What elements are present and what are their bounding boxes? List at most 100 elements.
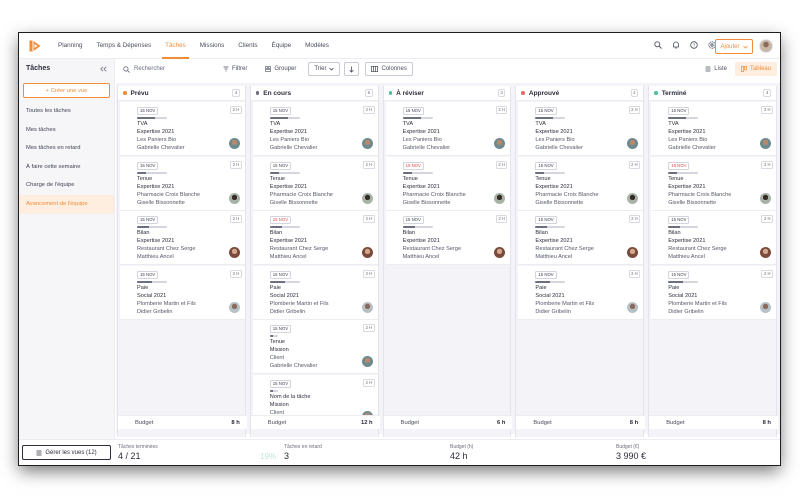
task-card[interactable]: 15 NOV 2 H Tenue Mission Client Gabrielle Che…: [252, 320, 378, 375]
columns-button[interactable]: Colonnes: [365, 62, 413, 76]
mission-name: Expertise 2021: [535, 238, 573, 245]
column-header[interactable]: Prévu 4: [118, 86, 245, 101]
task-card[interactable]: 15 NOV 2 H TVA Expertise 2021 Les Paniers Bi…: [518, 102, 644, 156]
task-card[interactable]: 15 NOV 2 H Tenue Expertise 2021 Pharmacie Cr…: [120, 156, 245, 211]
task-card[interactable]: 15 NOV 2 H Bilan Expertise 2021 Restaurant C…: [385, 211, 511, 266]
assignee-avatar[interactable]: [627, 247, 639, 259]
filter-button[interactable]: Filtrer: [217, 62, 253, 76]
task-card[interactable]: 15 NOV 2 H Paie Social 2021 Plomberie Martin…: [518, 265, 644, 320]
column-header[interactable]: À réviser 3: [383, 86, 511, 101]
sidebar-view-item[interactable]: À faire cette semaine: [19, 158, 114, 177]
assignee-avatar[interactable]: [228, 247, 240, 259]
task-card[interactable]: 15 NOV 2 H TVA Expertise 2021 Les Paniers Bi…: [252, 102, 378, 156]
assignee-avatar[interactable]: [361, 192, 373, 204]
group-button[interactable]: Grouper: [259, 62, 302, 76]
assignee-avatar[interactable]: [228, 192, 240, 204]
search-input[interactable]: Rechercher: [118, 62, 209, 76]
bell-icon[interactable]: [671, 40, 680, 49]
search-icon[interactable]: [653, 40, 662, 49]
assignee-avatar[interactable]: [494, 138, 506, 149]
app-logo-icon[interactable]: [27, 38, 43, 54]
task-card[interactable]: 15 NOV 2 H Bilan Expertise 2021 Restaurant C…: [651, 211, 776, 266]
duration-badge: 2 H: [363, 215, 375, 224]
nav-item[interactable]: Tâches: [158, 33, 193, 59]
task-card[interactable]: 15 NOV 2 H Bilan Expertise 2021 Restaurant C…: [518, 211, 644, 266]
column-count-badge: 3: [497, 89, 506, 97]
task-card[interactable]: 15 NOV 2 H TVA Expertise 2021 Les Paniers Bi…: [120, 102, 245, 156]
sidebar-view-item[interactable]: Charge de l'équipe: [19, 176, 114, 195]
nav-item[interactable]: Temps & Dépenses: [90, 33, 159, 59]
manage-views-button[interactable]: Gérer les vues (12): [22, 445, 111, 460]
sidebar-view-item[interactable]: Avancement de l'équipe: [19, 194, 114, 214]
due-date-badge: 15 NOV: [137, 161, 159, 170]
stat-late-label: Tâches en retard: [284, 444, 322, 450]
view-switcher: Liste Tableau: [699, 62, 777, 76]
column-header[interactable]: Approuvé 4: [516, 86, 644, 101]
progress-bar: [269, 280, 300, 283]
assignee-name: Gabrielle Chevalier: [269, 363, 318, 370]
nav-item[interactable]: Modèles: [298, 33, 336, 59]
nav-item[interactable]: Équipe: [265, 33, 299, 59]
search-placeholder: Rechercher: [134, 66, 166, 72]
due-date-badge: 15 NOV: [137, 216, 159, 225]
nav-item[interactable]: Planning: [51, 33, 90, 59]
task-card[interactable]: 15 NOV 2 H Bilan Expertise 2021 Restaurant C…: [252, 211, 378, 266]
assignee-avatar[interactable]: [627, 192, 639, 204]
assignee-avatar[interactable]: [361, 247, 373, 259]
assignee-avatar[interactable]: [759, 192, 771, 204]
sidebar-view-item[interactable]: Mes tâches: [19, 121, 114, 140]
nav-item[interactable]: Clients: [231, 33, 264, 59]
task-card[interactable]: 15 NOV 2 H Tenue Expertise 2021 Pharmacie Cr…: [518, 156, 644, 211]
user-avatar[interactable]: [759, 39, 773, 53]
add-button[interactable]: Ajouter: [715, 39, 753, 54]
sidebar-view-item[interactable]: Toutes les tâches: [19, 102, 114, 121]
list-view-button[interactable]: Liste: [699, 62, 733, 76]
progress-bar-fill: [137, 280, 152, 283]
due-date-badge: 15 NOV: [668, 161, 690, 170]
board-view-button[interactable]: Tableau: [734, 62, 777, 76]
task-card[interactable]: 15 NOV 2 H Tenue Expertise 2021 Pharmacie Cr…: [651, 156, 776, 211]
sort-direction-button[interactable]: [344, 62, 360, 76]
nav-item[interactable]: Missions: [193, 33, 232, 59]
assignee-name: Gabrielle Chevalier: [269, 145, 318, 151]
filter-label: Filtrer: [232, 66, 248, 72]
column-header[interactable]: Terminé 4: [649, 86, 776, 101]
sort-select[interactable]: Trier: [308, 62, 341, 76]
task-card[interactable]: 15 NOV 2 H Paie Social 2021 Plomberie Martin…: [651, 265, 776, 320]
assignee-avatar[interactable]: [494, 192, 506, 204]
assignee-avatar[interactable]: [361, 301, 373, 313]
assignee-avatar[interactable]: [759, 301, 771, 313]
create-view-button[interactable]: + Créer une vue: [23, 83, 110, 98]
group-icon: [265, 66, 272, 72]
task-card[interactable]: 15 NOV 2 H TVA Expertise 2021 Les Paniers Bi…: [385, 102, 511, 156]
help-icon[interactable]: ?: [689, 40, 698, 49]
column-header[interactable]: En cours 6: [250, 86, 378, 101]
assignee-avatar[interactable]: [361, 138, 373, 149]
sidebar-view-item[interactable]: Mes tâches en retard: [19, 139, 114, 158]
task-card[interactable]: 15 NOV 2 H Bilan Expertise 2021 Restaurant C…: [120, 211, 245, 266]
assignee-avatar[interactable]: [228, 301, 240, 313]
task-card[interactable]: 15 NOV 2 H Paie Social 2021 Plomberie Martin…: [252, 265, 378, 320]
assignee-avatar[interactable]: [361, 356, 373, 368]
assignee-avatar[interactable]: [759, 247, 771, 259]
task-name: TVA: [535, 121, 546, 127]
collapse-sidebar-icon[interactable]: [100, 66, 107, 72]
mission-name: Expertise 2021: [535, 183, 573, 190]
due-date-badge: 15 NOV: [269, 270, 292, 279]
duration-badge: 2 H: [363, 379, 375, 387]
assignee-name: Didier Gribelin: [269, 308, 306, 315]
due-date-badge: 15 NOV: [269, 216, 292, 225]
task-card[interactable]: 15 NOV 2 H Tenue Expertise 2021 Pharmacie Cr…: [252, 156, 378, 211]
task-card[interactable]: 15 NOV 2 H Tenue Expertise 2021 Pharmacie Cr…: [385, 156, 511, 211]
column-footer: Budget 8 h: [649, 415, 778, 429]
assignee-avatar[interactable]: [759, 138, 771, 149]
task-card[interactable]: 15 NOV 2 H Paie Social 2021 Plomberie Martin…: [120, 265, 245, 320]
task-card[interactable]: 15 NOV 2 H TVA Expertise 2021 Les Paniers Bi…: [651, 102, 776, 156]
task-name: Bilan: [535, 230, 548, 237]
assignee-avatar[interactable]: [627, 301, 639, 313]
assignee-avatar[interactable]: [627, 138, 639, 149]
assignee-avatar[interactable]: [494, 247, 506, 259]
status-dot: [654, 91, 658, 95]
progress-bar-fill: [402, 171, 412, 174]
assignee-avatar[interactable]: [228, 138, 240, 149]
